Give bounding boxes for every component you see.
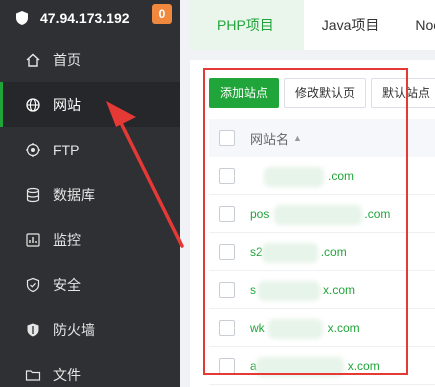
toolbar: 添加站点 修改默认页 默认站点 [209, 78, 435, 108]
sidebar-item-label: 安全 [53, 276, 81, 293]
redacted-text [274, 204, 362, 225]
site-name-link[interactable]: s2 .com [250, 242, 370, 263]
site-name-suffix: .com [328, 168, 355, 183]
site-panel: 添加站点 修改默认页 默认站点 网站名 ▲ .com pos .com s2 .com s… [190, 60, 435, 387]
redacted-text [264, 166, 324, 187]
table-header: 网站名 ▲ [209, 119, 435, 157]
tab-node[interactable]: Noc [397, 0, 435, 50]
sidebar-item-label: 首页 [53, 51, 81, 68]
sidebar-item-label: 文件 [53, 366, 81, 383]
site-name-prefix: s [250, 282, 256, 297]
edit-default-page-button[interactable]: 修改默认页 [284, 78, 367, 108]
row-checkbox[interactable] [219, 319, 235, 336]
select-all-checkbox[interactable] [219, 130, 235, 146]
site-name-prefix: wk [250, 320, 265, 335]
table-row: wk x.com [209, 309, 435, 347]
tab-php[interactable]: PHP项目 [190, 0, 304, 50]
shield-icon [16, 11, 28, 25]
sidebar-item-security[interactable]: 安全 [0, 262, 180, 307]
table-row: s2 .com [209, 233, 435, 271]
site-name-prefix: s2 [250, 244, 263, 259]
table-row: .com [209, 157, 435, 195]
globe-icon [25, 97, 41, 113]
main-content: PHP项目 Java项目 Noc 添加站点 修改默认页 默认站点 网站名 ▲ .… [190, 0, 435, 387]
table-row: s x.com [209, 271, 435, 309]
monitor-icon [25, 232, 41, 248]
home-icon [25, 52, 41, 68]
sidebar-item-database[interactable]: 数据库 [0, 172, 180, 217]
sidebar-item-label: 防火墙 [53, 321, 95, 338]
site-name-link[interactable]: a x.com [250, 356, 380, 377]
sidebar-item-firewall[interactable]: 防火墙 [0, 307, 180, 352]
site-name-link[interactable]: .com [250, 166, 370, 187]
folder-icon [25, 367, 41, 383]
sidebar-item-label: 监控 [53, 231, 81, 248]
sidebar-item-label: 网站 [53, 96, 81, 113]
default-site-button[interactable]: 默认站点 [371, 78, 435, 108]
sidebar-item-label: FTP [53, 141, 80, 158]
redacted-text [262, 242, 318, 263]
server-ip: 47.94.173.192 [40, 10, 130, 26]
sidebar-item-files[interactable]: 文件 [0, 352, 180, 387]
project-tabs: PHP项目 Java项目 Noc [190, 0, 435, 50]
sidebar: 47.94.173.192 0 首页 网站 FTP 数据库 监控 安全 防火墙 … [0, 0, 180, 387]
add-site-button[interactable]: 添加站点 [209, 78, 280, 108]
notification-badge[interactable]: 0 [152, 4, 172, 24]
sort-asc-icon[interactable]: ▲ [293, 133, 302, 143]
sidebar-item-home[interactable]: 首页 [0, 37, 180, 82]
site-table: 网站名 ▲ .com pos .com s2 .com s x.com wk x.com a x.c… [209, 119, 435, 385]
site-name-suffix: x.com [327, 320, 360, 335]
site-name-suffix: .com [364, 206, 391, 221]
site-name-column-header[interactable]: 网站名 [250, 129, 289, 148]
site-name-prefix: pos [250, 206, 270, 221]
sidebar-item-label: 数据库 [53, 186, 95, 203]
tab-java[interactable]: Java项目 [304, 0, 398, 50]
firewall-icon [25, 322, 41, 338]
sidebar-item-monitor[interactable]: 监控 [0, 217, 180, 262]
site-name-link[interactable]: wk x.com [250, 318, 370, 339]
site-name-link[interactable]: s x.com [250, 280, 370, 301]
site-name-suffix: x.com [323, 282, 356, 297]
table-row: pos .com [209, 195, 435, 233]
site-name-suffix: .com [320, 244, 347, 259]
database-icon [25, 187, 41, 203]
row-checkbox[interactable] [219, 281, 235, 298]
redacted-text [258, 280, 320, 301]
ftp-icon [25, 142, 41, 158]
table-row: a x.com [209, 347, 435, 385]
sidebar-item-website[interactable]: 网站 [0, 82, 180, 127]
site-name-suffix: x.com [347, 358, 380, 373]
row-checkbox[interactable] [219, 243, 235, 260]
sidebar-nav: 首页 网站 FTP 数据库 监控 安全 防火墙 文件 [0, 37, 180, 387]
sidebar-item-ftp[interactable]: FTP [0, 127, 180, 172]
security-icon [25, 277, 41, 293]
redacted-text [268, 318, 323, 339]
redacted-text [256, 356, 344, 377]
row-checkbox[interactable] [219, 357, 235, 374]
site-name-link[interactable]: pos .com [250, 204, 391, 225]
row-checkbox[interactable] [219, 205, 235, 222]
row-checkbox[interactable] [219, 167, 235, 184]
